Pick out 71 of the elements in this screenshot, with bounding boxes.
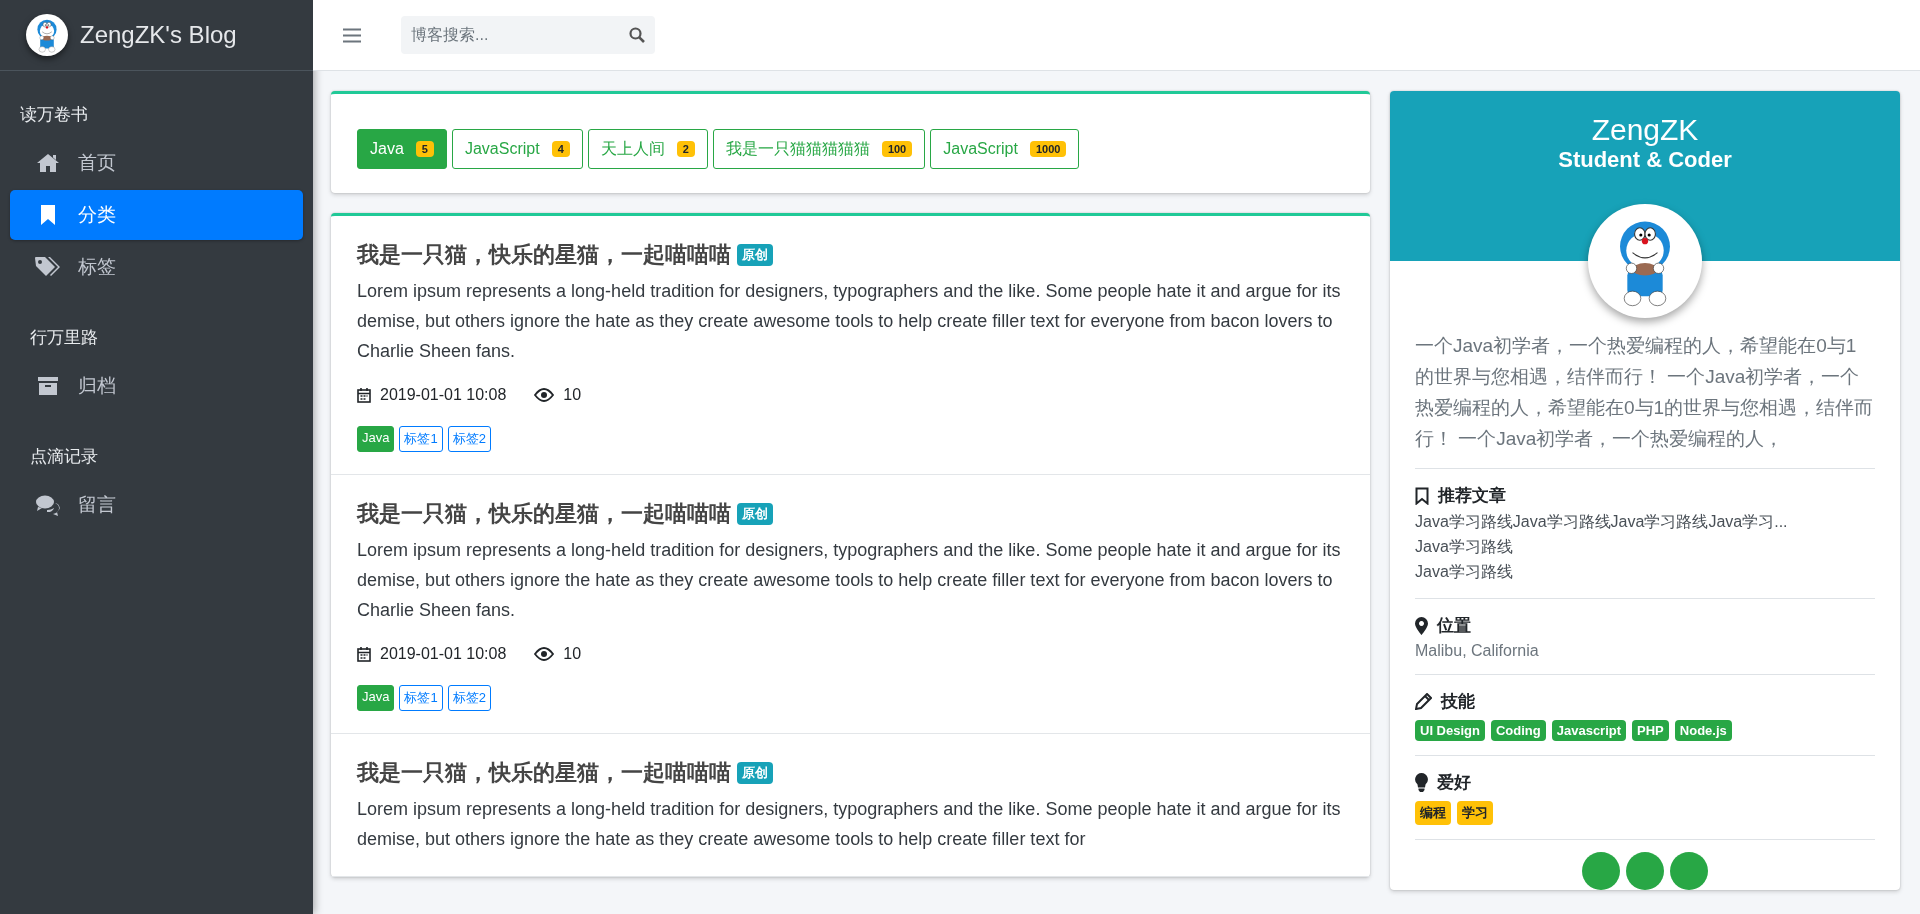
section-heading: 爱好 <box>1437 772 1471 794</box>
skill-badge: Javascript <box>1551 720 1627 741</box>
skill-badge: Coding <box>1490 720 1546 741</box>
tag-link[interactable]: 标签1 <box>399 685 443 711</box>
category-button[interactable]: Java 5 <box>357 129 447 169</box>
nav-item[interactable]: 归档 <box>10 361 303 411</box>
nav-section-heading: 行万里路 <box>29 327 98 349</box>
menu-icon[interactable] <box>343 27 361 43</box>
original-badge: 原创 <box>737 503 773 525</box>
view-count: 10 <box>563 645 582 663</box>
category-button[interactable]: JavaScript 1000 <box>930 129 1080 169</box>
count-badge: 1000 <box>1029 141 1067 157</box>
bookmark-icon <box>1415 486 1429 505</box>
category-button[interactable]: 我是一只猫猫猫猫猫 100 <box>712 129 926 169</box>
nav-item[interactable]: 标签 <box>10 242 303 292</box>
original-badge: 原创 <box>737 762 773 784</box>
section-heading: 推荐文章 <box>1438 485 1506 507</box>
search-field[interactable]: 博客搜索... <box>401 16 655 54</box>
skill-badge: Node.js <box>1674 720 1732 741</box>
calendar-icon <box>357 387 371 403</box>
tags-icon <box>34 256 62 278</box>
nav-item[interactable]: 分类 <box>10 190 303 240</box>
profile-bio: 一个Java初学者，一个热爱编程的人，希望能在0与1的世界与您相遇，结伴而行！ 一个Java初学者，一个热爱编程的人，希望能在0与1的世界与您相遇，结伴而行！ 一个Java初学者，一个热爱编程的人， <box>1415 334 1875 451</box>
original-badge: 原创 <box>737 244 773 266</box>
nav-section-heading: 读万卷书 <box>19 104 88 126</box>
bookmark-icon <box>40 204 56 226</box>
profile-role: Student & Coder <box>1558 147 1732 173</box>
cartoon-avatar-drawing <box>27 15 67 55</box>
eye-icon <box>534 647 555 661</box>
home-icon <box>36 153 60 173</box>
category-button[interactable]: JavaScript 4 <box>451 129 583 169</box>
calendar-icon <box>357 646 371 662</box>
section-heading: 位置 <box>1437 615 1471 637</box>
nav-item[interactable]: 首页 <box>10 138 303 188</box>
archive-icon <box>37 376 59 396</box>
profile-name: ZengZK <box>1591 113 1699 147</box>
article-summary: Lorem ipsum represents a long-held tradition for designers, typographers and the like. Some people hate it and argue for its demise, but others ignore the hate as they create awesome tools to help create filler text for everyone from bacon lovers to Charlie Sheen fans. <box>357 280 1342 363</box>
recommended-article-link[interactable]: Java学习路线 <box>1415 534 1875 559</box>
brand-title[interactable]: ZengZK's Blog <box>80 21 237 49</box>
skill-badge: 编程 <box>1415 801 1451 825</box>
lightbulb-icon <box>1415 773 1428 792</box>
pencil-icon <box>1415 693 1432 710</box>
count-badge: 5 <box>415 141 434 157</box>
article-summary: Lorem ipsum represents a long-held tradition for designers, typographers and the like. Some people hate it and argue for its demise, but others ignore the hate as they create awesome tools to help create filler text for everyone from bacon lovers to Charlie Sheen fans. <box>357 539 1342 622</box>
tag-link[interactable]: 标签2 <box>447 685 491 711</box>
article-title[interactable]: 我是一只猫，快乐的星猫，一起喵喵喵 <box>357 499 731 529</box>
category-button[interactable]: 天上人间 2 <box>587 129 708 169</box>
tag-link[interactable]: 标签2 <box>447 426 491 452</box>
search-icon[interactable] <box>629 27 645 43</box>
skill-badge: PHP <box>1632 720 1669 741</box>
article-title[interactable]: 我是一只猫，快乐的星猫，一起喵喵喵 <box>357 240 731 270</box>
count-badge: 4 <box>551 141 570 157</box>
count-badge: 100 <box>881 141 913 157</box>
recommended-article-link[interactable]: Java学习路线Java学习路线Java学习路线Java学习... <box>1415 509 1875 534</box>
tag-link[interactable]: 标签1 <box>399 426 443 452</box>
view-count: 10 <box>563 386 582 404</box>
article-summary: Lorem ipsum represents a long-held tradition for designers, typographers and the like. Some people hate it and argue for its demise, but others ignore the hate as they create awesome tools to help create filler text for <box>357 798 1342 851</box>
article-date: 2019-01-01 10:08 <box>380 645 507 663</box>
skill-badge: 学习 <box>1457 801 1493 825</box>
map-pin-icon <box>1415 616 1428 635</box>
article-title[interactable]: 我是一只猫，快乐的星猫，一起喵喵喵 <box>357 758 731 788</box>
section-heading: 技能 <box>1441 691 1475 713</box>
skill-badge: UI Design <box>1415 720 1485 741</box>
location-text: Malibu, California <box>1415 642 1539 660</box>
count-badge: 2 <box>676 141 695 157</box>
nav-section-heading: 点滴记录 <box>29 446 98 468</box>
article-date: 2019-01-01 10:08 <box>380 386 507 404</box>
recommended-article-link[interactable]: Java学习路线 <box>1415 559 1875 584</box>
eye-icon <box>534 388 555 402</box>
comments-icon <box>35 494 61 516</box>
nav-item[interactable]: 留言 <box>10 480 303 530</box>
